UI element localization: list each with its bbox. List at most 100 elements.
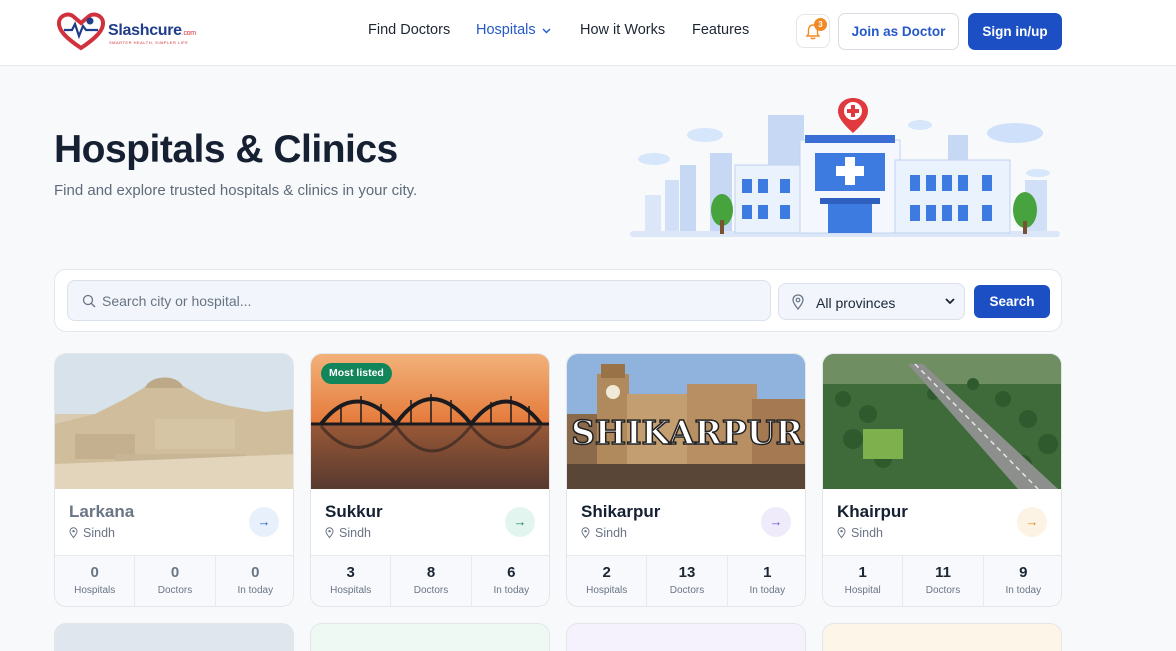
stat-doctors: 8 Doctors	[391, 556, 472, 606]
city-name: Sukkur	[325, 502, 383, 521]
stat-in-today: 6 In today	[472, 556, 549, 606]
stat-hospitals: 3 Hospitals	[311, 556, 392, 606]
stat-label: Doctors	[669, 585, 705, 596]
stat-label: In today	[1005, 585, 1042, 596]
stat-hospitals: 0 Hospitals	[55, 556, 136, 606]
stat-label: In today	[749, 585, 786, 596]
stat-doctors: 0 Doctors	[135, 556, 216, 606]
city-card-partial[interactable]	[310, 623, 550, 651]
city-name: Larkana	[69, 502, 135, 521]
city-stats: 2 Hospitals 13 Doctors 1 In today	[567, 555, 805, 606]
search-icon	[82, 294, 96, 308]
search-placeholder: Search city or hospital...	[102, 293, 252, 309]
stat-value: 2	[602, 564, 611, 581]
stat-label: Doctors	[157, 585, 193, 596]
city-card-partial[interactable]	[566, 623, 806, 651]
city-card-sukkur[interactable]: Most listed Sukkur Sindh → 3 Hospitals 8 D…	[310, 353, 550, 607]
top-navbar: Slashcure.com SMARTER HEALTH, SIMPLER LI…	[0, 0, 1176, 66]
city-province-label: Sindh	[851, 526, 883, 540]
province-select[interactable]: All provinces	[778, 283, 965, 320]
search-button[interactable]: Search	[974, 285, 1050, 318]
stat-label: Hospital	[844, 585, 881, 596]
city-image-larkana	[55, 354, 293, 489]
stat-value: 0	[251, 564, 260, 581]
city-province-label: Sindh	[339, 526, 371, 540]
stat-value: 1	[858, 564, 867, 581]
stat-value: 6	[507, 564, 516, 581]
nav-features[interactable]: Features	[692, 22, 749, 38]
most-listed-badge: Most listed	[321, 363, 392, 384]
stat-value: 11	[935, 564, 951, 581]
city-province: Sindh	[837, 526, 883, 540]
city-card-shikarpur[interactable]: SHIKARPUR Shikarpur Sindh → 2 Hospitals 1…	[566, 353, 806, 607]
stat-doctors: 11 Doctors	[903, 556, 984, 606]
nav-hospitals[interactable]: Hospitals	[476, 22, 551, 38]
stat-in-today: 1 In today	[728, 556, 805, 606]
stat-value: 8	[426, 564, 436, 581]
city-name: Shikarpur	[581, 502, 661, 521]
city-card-khairpur[interactable]: Khairpur Sindh → 1 Hospital 11 Doctors 9 In…	[822, 353, 1062, 607]
stat-value: 13	[678, 564, 696, 581]
page-title: Hospitals & Clinics	[54, 128, 398, 171]
arrow-right-icon[interactable]: →	[761, 507, 791, 537]
stat-label: In today	[237, 585, 274, 596]
nav-hospitals-label: Hospitals	[476, 22, 536, 38]
city-province-label: Sindh	[83, 526, 115, 540]
arrow-right-icon[interactable]: →	[505, 507, 535, 537]
province-select-value: All provinces	[816, 295, 896, 311]
search-panel: Search city or hospital... All provinces…	[54, 269, 1062, 332]
stat-value: 1	[763, 564, 772, 581]
join-as-doctor-button[interactable]: Join as Doctor	[838, 13, 959, 50]
brand-tld: .com	[181, 30, 196, 37]
stat-label: Hospitals	[330, 585, 372, 596]
stat-label: Hospitals	[586, 585, 628, 596]
stat-hospitals: 2 Hospitals	[567, 556, 648, 606]
stat-label: Hospitals	[74, 585, 116, 596]
brand-name: Slashcure	[108, 22, 182, 39]
page-subtitle: Find and explore trusted hospitals & cli…	[54, 182, 418, 199]
stat-label: Doctors	[925, 585, 961, 596]
city-name: Khairpur	[837, 502, 908, 521]
location-pin-icon	[837, 527, 846, 538]
city-image-caption: SHIKARPUR	[571, 413, 803, 452]
arrow-right-icon[interactable]: →	[1017, 507, 1047, 537]
city-stats: 3 Hospitals 8 Doctors 6 In today	[311, 555, 549, 606]
city-image-khairpur	[823, 354, 1061, 489]
city-stats: 1 Hospital 11 Doctors 9 In today	[823, 555, 1061, 606]
brand-logo[interactable]: Slashcure.com SMARTER HEALTH, SIMPLER LI…	[56, 12, 201, 52]
city-card-larkana[interactable]: Larkana Sindh → 0 Hospitals 0 Doctors 0 In …	[54, 353, 294, 607]
stat-label: Doctors	[413, 585, 449, 596]
stat-hospitals: 1 Hospital	[823, 556, 904, 606]
stat-value: 3	[346, 564, 355, 581]
city-province-label: Sindh	[595, 526, 627, 540]
sign-in-button[interactable]: Sign in/up	[968, 13, 1062, 50]
brand-tagline: SMARTER HEALTH, SIMPLER LIFE	[109, 40, 189, 45]
stat-in-today: 0 In today	[216, 556, 293, 606]
location-pin-icon	[581, 527, 590, 538]
stat-label: In today	[493, 585, 530, 596]
city-stats: 0 Hospitals 0 Doctors 0 In today	[55, 555, 293, 606]
city-province: Sindh	[581, 526, 627, 540]
city-province: Sindh	[69, 526, 115, 540]
city-province: Sindh	[325, 526, 371, 540]
location-pin-icon	[69, 527, 78, 538]
hospital-illustration	[630, 98, 1060, 237]
stat-value: 0	[170, 564, 180, 581]
city-image-shikarpur: SHIKARPUR	[567, 354, 805, 489]
search-input[interactable]: Search city or hospital...	[67, 280, 771, 321]
notification-badge: 3	[814, 18, 827, 31]
location-pin-icon	[792, 294, 804, 310]
arrow-right-icon[interactable]: →	[249, 507, 279, 537]
city-card-partial[interactable]	[54, 623, 294, 651]
notifications-button[interactable]: 3	[796, 14, 830, 48]
city-card-partial[interactable]	[822, 623, 1062, 651]
stat-doctors: 13 Doctors	[647, 556, 728, 606]
stat-value: 0	[90, 564, 99, 581]
nav-find-doctors[interactable]: Find Doctors	[368, 22, 450, 38]
stat-value: 9	[1019, 564, 1028, 581]
stat-in-today: 9 In today	[984, 556, 1061, 606]
chevron-down-icon	[945, 298, 955, 305]
nav-how-it-works[interactable]: How it Works	[580, 22, 665, 38]
chevron-down-icon	[542, 26, 551, 37]
heart-logo-icon	[56, 12, 106, 51]
